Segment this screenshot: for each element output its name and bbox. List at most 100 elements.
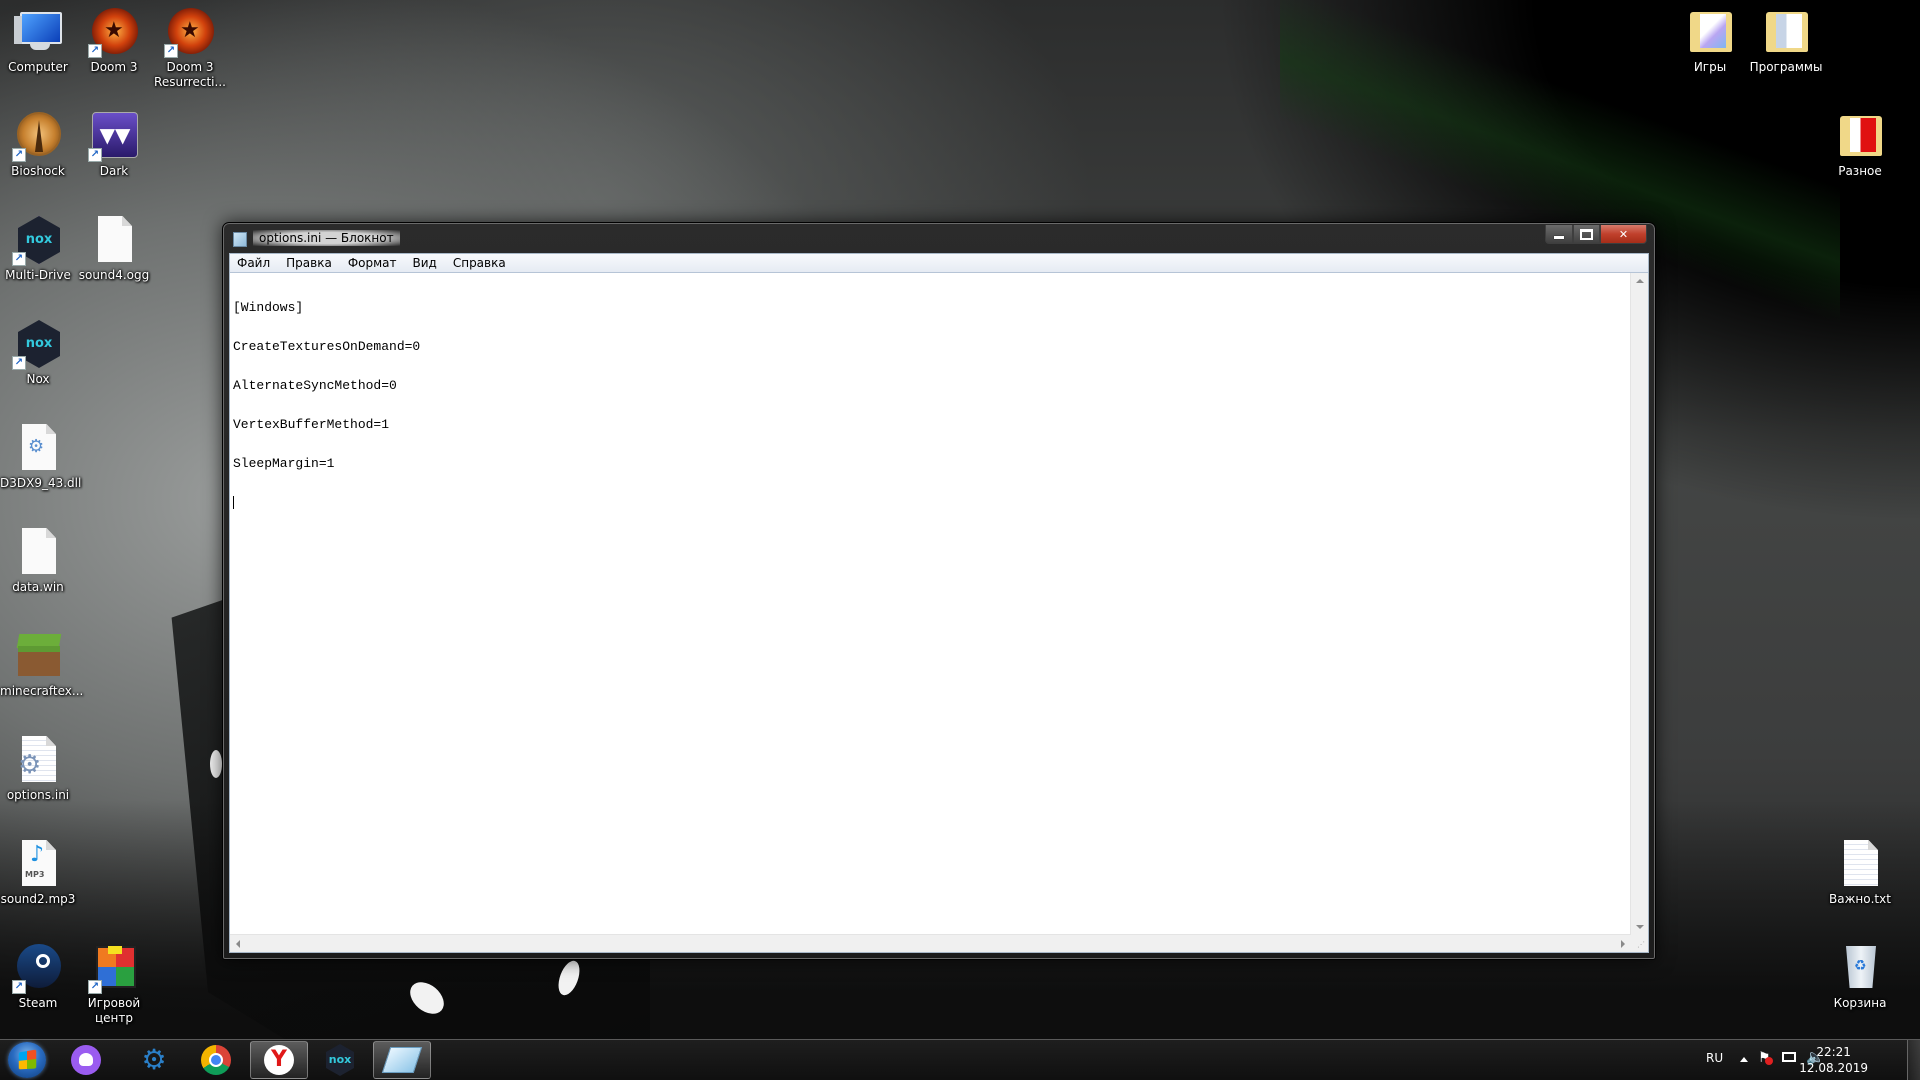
text-editor[interactable]: [Windows] CreateTexturesOnDemand=0 Alter… [230, 273, 1631, 935]
menu-help[interactable]: Справка [445, 254, 514, 272]
folder-icon [1836, 112, 1884, 160]
ini-settings-file-icon: ⚙ [14, 736, 62, 784]
rubiks-cube-icon: ↗ [88, 944, 138, 994]
start-button[interactable] [8, 1042, 46, 1078]
desktop-icon-misc-folder[interactable]: Разное [1822, 112, 1898, 179]
blank-file-icon [14, 528, 62, 576]
dll-file-icon: ⚙ [14, 424, 62, 472]
text-line: AlternateSyncMethod=0 [233, 378, 397, 393]
yandex-browser-icon: Y [264, 1045, 294, 1075]
desktop-icon-label: Разное [1838, 164, 1882, 178]
desktop-icon-label: Игровой центр [87, 996, 141, 1025]
nox-icon: nox ↗ [12, 320, 62, 370]
scroll-down-arrow-icon[interactable] [1636, 925, 1644, 929]
desktop-icon-dark[interactable]: ▼▼ ↗ Dark [76, 112, 152, 179]
shortcut-arrow-icon: ↗ [164, 44, 178, 58]
desktop-icon-label: Важно.txt [1829, 892, 1891, 906]
desktop-icon-sound4-ogg[interactable]: sound4.ogg [76, 216, 152, 283]
scroll-right-arrow-icon[interactable] [1621, 940, 1625, 948]
desktop-icon-important-txt[interactable]: Важно.txt [1822, 840, 1898, 907]
desktop-icon-d3dx9-dll[interactable]: ⚙ D3DX9_43.dll [0, 424, 81, 491]
desktop-icon-doom3[interactable]: ★ ↗ Doom 3 [76, 8, 152, 75]
notepad-icon [233, 232, 247, 247]
desktop-icon-computer[interactable]: Computer [0, 8, 76, 75]
notepad-icon [381, 1047, 423, 1073]
taskbar-app-settings[interactable]: ⚙ [126, 1041, 182, 1079]
desktop-icon-recycle-bin[interactable]: ♻ Корзина [1822, 944, 1898, 1011]
shortcut-arrow-icon: ↗ [12, 356, 26, 370]
nox-icon: nox [326, 1044, 354, 1076]
taskbar-app-notepad[interactable] [373, 1041, 431, 1079]
desktop-icon-sound2-mp3[interactable]: ♪ MP3 sound2.mp3 [0, 840, 76, 907]
menu-edit[interactable]: Правка [278, 254, 340, 272]
desktop-icon-games-folder[interactable]: Игры [1672, 8, 1748, 75]
text-file-icon [1836, 840, 1884, 888]
desktop-icon-label: Multi-Drive [5, 268, 71, 282]
language-indicator[interactable]: RU [1706, 1051, 1723, 1065]
minimize-button[interactable] [1545, 225, 1573, 244]
desktop-icon-label: Игры [1693, 60, 1727, 74]
system-tray: RU ⚑ 🔈 22:21 12.08.2019 [1660, 1040, 1920, 1080]
title-bar[interactable]: options.ini — Блокнот ✕ [229, 225, 1649, 251]
editor-content[interactable]: [Windows] CreateTexturesOnDemand=0 Alter… [233, 275, 420, 535]
notepad-client-area: Файл Правка Формат Вид Справка [Windows]… [229, 253, 1649, 953]
folder-icon [1686, 8, 1734, 56]
maximize-button[interactable] [1573, 225, 1600, 244]
desktop-icon-label: Dark [99, 164, 129, 178]
desktop-icon-programs-folder[interactable]: Программы [1748, 8, 1824, 75]
desktop-icon-doom3-resurrection[interactable]: ★ ↗ Doom 3 Resurrecti... [152, 8, 228, 90]
taskbar-app-yandex-browser[interactable]: Y [250, 1041, 308, 1079]
shortcut-arrow-icon: ↗ [88, 148, 102, 162]
clock-time: 22:21 [1816, 1045, 1851, 1059]
resize-grip[interactable]: ⋰ [1631, 935, 1648, 952]
desktop-icon-label: Steam [18, 996, 58, 1010]
desktop-icon-label: Doom 3 Resurrecti... [154, 60, 226, 89]
desktop-icon-game-center[interactable]: ↗ Игровой центр [76, 944, 152, 1026]
desktop-icon-steam[interactable]: ↗ Steam [0, 944, 76, 1011]
close-button[interactable]: ✕ [1600, 225, 1647, 244]
taskbar-app-nox[interactable]: nox [312, 1041, 368, 1079]
maximize-icon [1580, 228, 1593, 240]
desktop-icon-minecraft[interactable]: minecraftex... [0, 632, 83, 699]
doom-pentagram-icon: ★ ↗ [88, 8, 138, 58]
desktop-icon-options-ini[interactable]: ⚙ options.ini [0, 736, 76, 803]
desktop-icon-multi-drive[interactable]: nox ↗ Multi-Drive [0, 216, 76, 283]
scroll-left-arrow-icon[interactable] [236, 940, 240, 948]
text-line: VertexBufferMethod=1 [233, 417, 390, 432]
doom-pentagram-icon: ★ ↗ [164, 8, 214, 58]
alice-assistant-icon [71, 1045, 101, 1075]
vertical-scrollbar[interactable] [1630, 273, 1648, 935]
shortcut-arrow-icon: ↗ [12, 980, 26, 994]
resize-grip-icon: ⋰ [1637, 940, 1645, 949]
close-icon: ✕ [1618, 227, 1629, 241]
desktop-icon-nox[interactable]: nox ↗ Nox [0, 320, 76, 387]
shortcut-arrow-icon: ↗ [12, 148, 26, 162]
scroll-up-arrow-icon[interactable] [1636, 279, 1644, 283]
notepad-window[interactable]: options.ini — Блокнот ✕ Файл Правка Форм… [222, 222, 1656, 960]
show-hidden-icons-arrow-icon[interactable] [1740, 1057, 1748, 1062]
text-line: SleepMargin=1 [233, 456, 335, 471]
taskbar-app-chrome[interactable] [188, 1041, 244, 1079]
horizontal-scrollbar[interactable] [230, 934, 1631, 952]
blank-file-icon [90, 216, 138, 264]
clock[interactable]: 22:21 12.08.2019 [1799, 1044, 1868, 1076]
shortcut-arrow-icon: ↗ [12, 252, 26, 266]
caption-buttons: ✕ [1545, 225, 1647, 244]
action-center-flag-icon[interactable]: ⚑ [1758, 1050, 1773, 1066]
desktop-icon-bioshock[interactable]: ↗ Bioshock [0, 112, 76, 179]
desktop-icon-label: sound2.mp3 [0, 892, 76, 906]
menu-view[interactable]: Вид [405, 254, 445, 272]
show-desktop-button[interactable] [1907, 1040, 1920, 1080]
gear-shield-icon: ⚙ [141, 1043, 167, 1076]
shortcut-arrow-icon: ↗ [88, 44, 102, 58]
window-title: options.ini — Блокнот [253, 230, 400, 246]
text-line: [Windows] [233, 300, 304, 315]
desktop-icon-data-win[interactable]: data.win [0, 528, 76, 595]
desktop-icon-label: Computer [8, 60, 68, 74]
network-icon[interactable] [1782, 1052, 1796, 1062]
desktop-icon-label: Nox [26, 372, 50, 386]
taskbar-app-alice[interactable] [58, 1041, 114, 1079]
menu-file[interactable]: Файл [230, 254, 278, 272]
menu-format[interactable]: Формат [340, 254, 405, 272]
desktop-icon-label: Программы [1749, 60, 1823, 74]
